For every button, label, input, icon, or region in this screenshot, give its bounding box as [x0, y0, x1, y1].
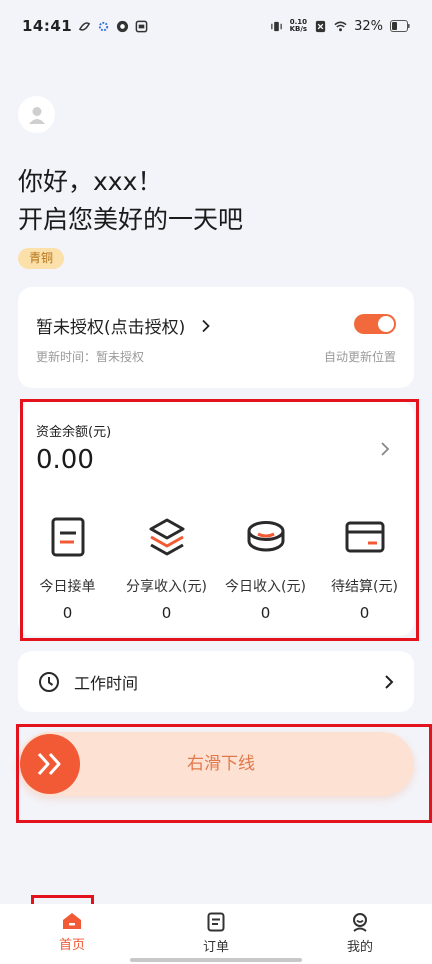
nav-label: 首页: [58, 938, 85, 953]
authorization-card[interactable]: 暂未授权(点击授权) 更新时间：暂未授权 自动更新位置: [18, 287, 414, 388]
app-notification-icon: [117, 20, 129, 32]
work-time-card[interactable]: 工作时间: [18, 651, 414, 712]
toggle-knob: [378, 316, 394, 332]
slider-handle[interactable]: [20, 734, 80, 794]
network-speed: 0.10 KB/s: [289, 18, 308, 33]
home-icon: [63, 913, 81, 929]
balance-card[interactable]: 资金余额(元) 0.00 今日接单 0 分享收入(元) 0 今日收入(元) 0: [18, 401, 414, 636]
wifi-icon: [334, 21, 347, 31]
stat-share-income[interactable]: 分享收入(元) 0: [117, 516, 216, 622]
profile-icon: [353, 913, 367, 932]
app-notification-icon: [79, 21, 91, 31]
work-time-label: 工作时间: [74, 673, 139, 693]
coins-icon: [247, 521, 284, 552]
nav-item-profile[interactable]: 我的: [288, 904, 432, 964]
stat-label: 分享收入(元): [126, 579, 207, 595]
balance-value: 0.00: [36, 445, 94, 475]
bottom-nav: 首页 订单 我的: [0, 904, 432, 964]
nav-item-home[interactable]: 首页: [0, 904, 144, 964]
vibrate-icon: [270, 21, 282, 31]
card-icon: [345, 521, 384, 553]
order-icon: [207, 912, 225, 932]
stat-value: 0: [359, 604, 370, 622]
greeting-line-2: 开启您美好的一天吧: [18, 205, 244, 234]
stat-value: 0: [260, 604, 271, 622]
stat-label: 待结算(元): [331, 579, 398, 595]
slide-offline-slider[interactable]: 右滑下线: [18, 732, 414, 796]
nav-label: 我的: [346, 940, 373, 955]
nav-label: 订单: [202, 940, 229, 955]
layers-icon: [149, 518, 184, 556]
order-doc-icon: [51, 517, 84, 557]
sim-off-icon: [315, 20, 326, 32]
double-chevron-right-icon: [37, 752, 61, 776]
stat-today-income[interactable]: 今日收入(元) 0: [216, 516, 315, 622]
stats-row: 今日接单 0 分享收入(元) 0 今日收入(元) 0 待结算(元) 0: [18, 516, 414, 622]
stat-value: 0: [62, 604, 73, 622]
app-notification-icon: [99, 21, 109, 31]
chevron-right-icon: [385, 674, 394, 689]
battery-percent: 32%: [354, 18, 383, 34]
update-time: 更新时间：暂未授权: [36, 350, 145, 364]
level-badge: 青铜: [18, 248, 65, 269]
auto-update-toggle[interactable]: [354, 314, 396, 334]
nav-item-orders[interactable]: 订单: [144, 904, 288, 964]
battery-icon: [390, 20, 410, 32]
chevron-right-icon: [202, 319, 211, 332]
auto-update-label: 自动更新位置: [323, 350, 396, 364]
app-notification-icon: [135, 20, 148, 32]
authorization-title-text: 暂未授权(点击授权): [36, 318, 186, 338]
stat-label: 今日收入(元): [225, 579, 306, 595]
greeting: 你好，xxx！ 开启您美好的一天吧: [18, 163, 243, 239]
home-indicator: [130, 958, 302, 962]
stat-value: 0: [161, 604, 172, 622]
stat-label: 今日接单: [39, 579, 96, 595]
status-time: 14:41: [22, 17, 73, 35]
chevron-right-icon[interactable]: [380, 441, 390, 457]
greeting-line-1: 你好，xxx！: [18, 167, 163, 196]
stat-today-orders[interactable]: 今日接单 0: [18, 516, 117, 622]
stat-pending-settlement[interactable]: 待结算(元) 0: [315, 516, 414, 622]
status-bar: 14:41 0.10 KB/s 32%: [0, 0, 432, 52]
avatar[interactable]: [18, 96, 55, 133]
clock-icon: [39, 671, 59, 692]
authorization-title[interactable]: 暂未授权(点击授权): [36, 313, 211, 338]
balance-label: 资金余额(元): [36, 425, 112, 440]
user-icon: [28, 106, 45, 124]
